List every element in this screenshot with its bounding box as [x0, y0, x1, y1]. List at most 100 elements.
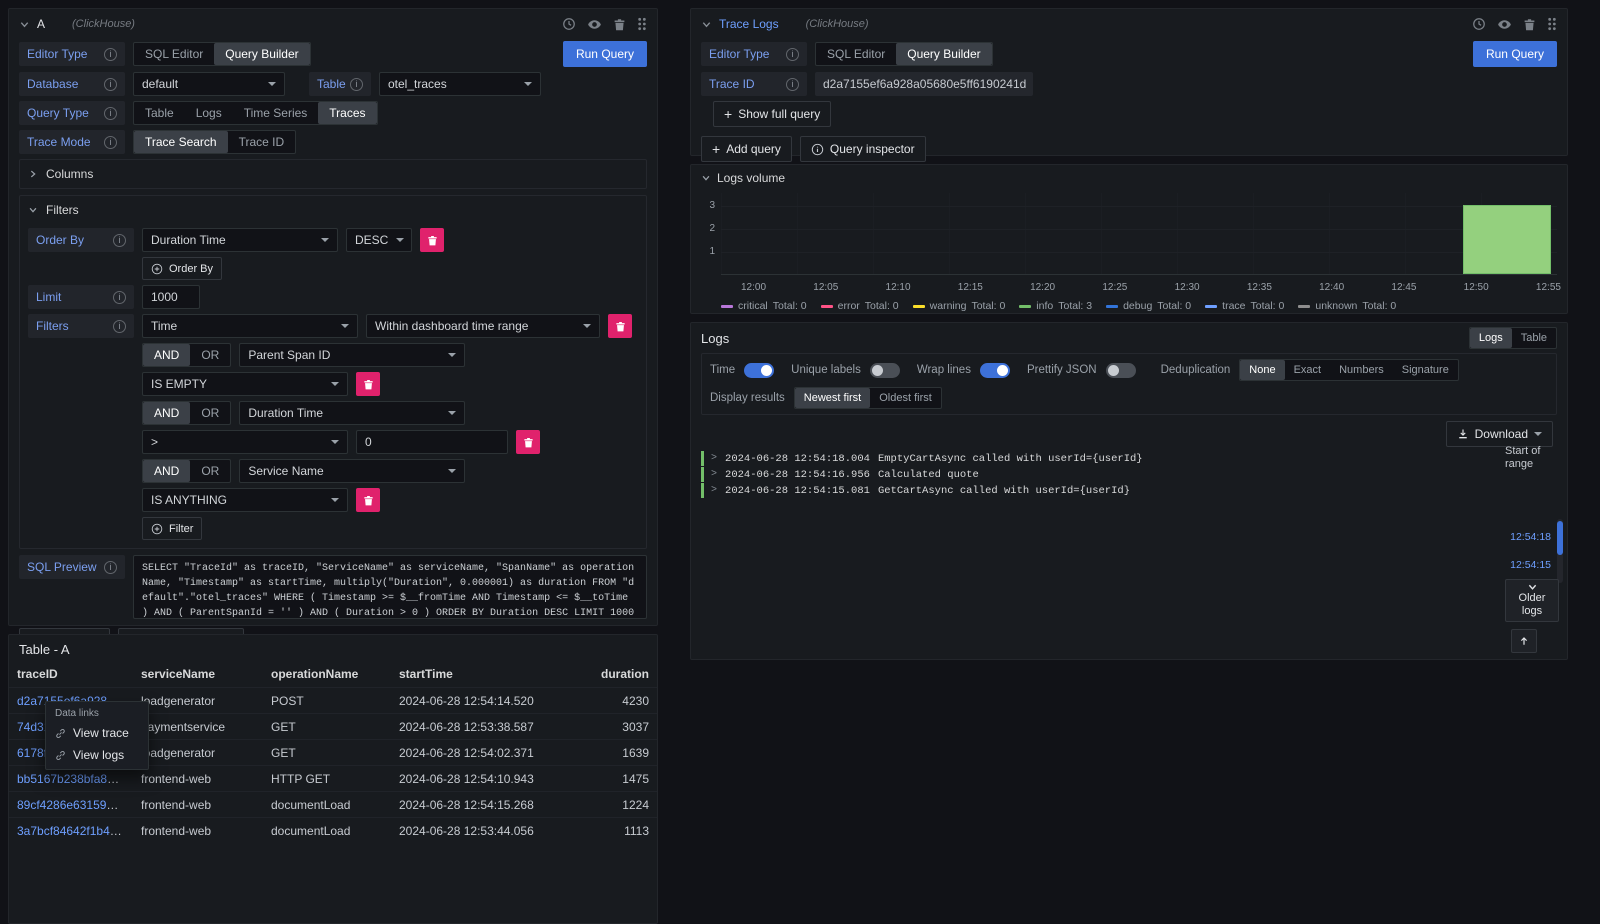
add-order-by-button[interactable]: Order By	[142, 257, 222, 280]
legend-item-trace[interactable]: traceTotal: 0	[1205, 300, 1284, 312]
sql-editor-option[interactable]: SQL Editor	[816, 43, 896, 65]
filter-field-select[interactable]: Service Name	[239, 459, 465, 483]
filters-section-header[interactable]: Filters	[20, 196, 646, 224]
unique-labels-toggle[interactable]	[870, 363, 900, 378]
info-icon[interactable]	[113, 320, 126, 333]
scroll-to-top-button[interactable]	[1511, 629, 1537, 653]
legend-item-unknown[interactable]: unknownTotal: 0	[1298, 300, 1396, 312]
panel-collapse-icon[interactable]	[701, 19, 712, 30]
query-type-traces-option[interactable]: Traces	[318, 102, 376, 124]
and-option[interactable]: AND	[143, 344, 190, 366]
remove-order-by-button[interactable]	[420, 228, 444, 252]
remove-filter-button[interactable]	[356, 372, 380, 396]
query-type-table-option[interactable]: Table	[134, 102, 185, 124]
panel-delete-trash-icon[interactable]	[613, 18, 626, 31]
legend-item-error[interactable]: errorTotal: 0	[821, 300, 899, 312]
dedup-none-option[interactable]: None	[1240, 360, 1284, 380]
panel-hide-eye-icon[interactable]	[587, 17, 602, 32]
legend-item-info[interactable]: infoTotal: 3	[1019, 300, 1092, 312]
logs-view-option[interactable]: Logs	[1470, 328, 1512, 348]
order-by-field-select[interactable]: Duration Time	[142, 228, 338, 252]
limit-input[interactable]	[142, 285, 200, 309]
legend-item-critical[interactable]: criticalTotal: 0	[721, 300, 807, 312]
table-select[interactable]: otel_traces	[379, 72, 541, 96]
log-row[interactable]: 2024-06-28 12:54:15.081GetCartAsync call…	[701, 483, 1483, 498]
run-query-button[interactable]: Run Query	[563, 41, 647, 67]
filter-field-select[interactable]: Duration Time	[239, 401, 465, 425]
dedup-exact-option[interactable]: Exact	[1285, 360, 1331, 380]
column-header-traceid[interactable]: traceID	[9, 661, 133, 688]
query-builder-option[interactable]: Query Builder	[214, 43, 309, 65]
panel-drag-handle-icon[interactable]	[1547, 17, 1557, 31]
newest-first-option[interactable]: Newest first	[795, 388, 870, 408]
info-icon[interactable]	[786, 78, 799, 91]
trace-id-value-field[interactable]: d2a7155ef6a928a05680e5ff6190241d	[815, 72, 1033, 96]
and-option[interactable]: AND	[143, 402, 190, 424]
filter-operator-select[interactable]: >	[142, 430, 348, 454]
panel-history-icon[interactable]	[562, 17, 576, 31]
filter-time-field-select[interactable]: Time	[142, 314, 358, 338]
query-builder-option[interactable]: Query Builder	[896, 43, 991, 65]
panel-hide-eye-icon[interactable]	[1497, 17, 1512, 32]
filter-field-select[interactable]: Parent Span ID	[239, 343, 465, 367]
panel-history-icon[interactable]	[1472, 17, 1486, 31]
panel-drag-handle-icon[interactable]	[637, 17, 647, 31]
or-option[interactable]: OR	[190, 344, 230, 366]
info-icon[interactable]	[786, 48, 799, 61]
column-header-operationname[interactable]: operationName	[263, 661, 391, 688]
trace-id-link[interactable]: bb5167b238bfa82d1...	[17, 772, 133, 786]
legend-item-warning[interactable]: warningTotal: 0	[913, 300, 1006, 312]
column-header-duration[interactable]: duration	[549, 661, 657, 688]
table-view-option[interactable]: Table	[1512, 328, 1556, 348]
and-option[interactable]: AND	[143, 460, 190, 482]
query-inspector-button[interactable]: Query inspector	[800, 136, 926, 162]
columns-section-header[interactable]: Columns	[20, 160, 646, 188]
older-logs-button[interactable]: Older logs	[1505, 579, 1559, 622]
order-direction-select[interactable]: DESC	[346, 228, 412, 252]
log-row[interactable]: 2024-06-28 12:54:16.956Calculated quote	[701, 467, 1483, 482]
info-icon[interactable]	[104, 136, 117, 149]
add-query-button[interactable]: Add query	[701, 136, 792, 162]
info-icon[interactable]	[113, 234, 126, 247]
panel-collapse-icon[interactable]	[19, 19, 30, 30]
or-option[interactable]: OR	[190, 402, 230, 424]
database-select[interactable]: default	[133, 72, 285, 96]
trace-id-option[interactable]: Trace ID	[228, 131, 296, 153]
info-icon[interactable]	[113, 291, 126, 304]
prettify-json-toggle[interactable]	[1106, 363, 1136, 378]
oldest-first-option[interactable]: Oldest first	[870, 388, 941, 408]
trace-id-link[interactable]: 3a7bcf84642f1b48...	[17, 824, 126, 838]
view-trace-menu-item[interactable]: View trace	[46, 722, 148, 744]
filter-operator-select[interactable]: IS ANYTHING	[142, 488, 348, 512]
panel-delete-trash-icon[interactable]	[1523, 18, 1536, 31]
wrap-lines-toggle[interactable]	[980, 363, 1010, 378]
info-icon[interactable]	[104, 561, 117, 574]
filter-value-input[interactable]	[356, 430, 508, 454]
show-full-query-button[interactable]: Show full query	[713, 101, 831, 127]
column-header-servicename[interactable]: serviceName	[133, 661, 263, 688]
query-type-logs-option[interactable]: Logs	[185, 102, 233, 124]
download-button[interactable]: Download	[1446, 421, 1553, 447]
info-icon[interactable]	[104, 107, 117, 120]
legend-item-debug[interactable]: debugTotal: 0	[1106, 300, 1191, 312]
filter-operator-select[interactable]: IS EMPTY	[142, 372, 348, 396]
filter-time-range-select[interactable]: Within dashboard time range	[366, 314, 600, 338]
logs-scrollbar[interactable]	[1557, 519, 1563, 583]
info-icon[interactable]	[104, 48, 117, 61]
remove-filter-button[interactable]	[356, 488, 380, 512]
column-header-starttime[interactable]: startTime	[391, 661, 549, 688]
dedup-signature-option[interactable]: Signature	[1393, 360, 1458, 380]
sql-editor-option[interactable]: SQL Editor	[134, 43, 214, 65]
logs-scrollbar-thumb[interactable]	[1557, 521, 1563, 555]
time-toggle[interactable]	[744, 363, 774, 378]
dedup-numbers-option[interactable]: Numbers	[1330, 360, 1393, 380]
trace-id-link[interactable]: 89cf4286e631591b4...	[17, 798, 133, 812]
or-option[interactable]: OR	[190, 460, 230, 482]
trace-search-option[interactable]: Trace Search	[134, 131, 228, 153]
remove-filter-button[interactable]	[516, 430, 540, 454]
query-type-timeseries-option[interactable]: Time Series	[233, 102, 319, 124]
remove-filter-button[interactable]	[608, 314, 632, 338]
logs-volume-header[interactable]: Logs volume	[691, 165, 1567, 191]
run-query-button[interactable]: Run Query	[1473, 41, 1557, 67]
info-icon[interactable]	[104, 78, 117, 91]
